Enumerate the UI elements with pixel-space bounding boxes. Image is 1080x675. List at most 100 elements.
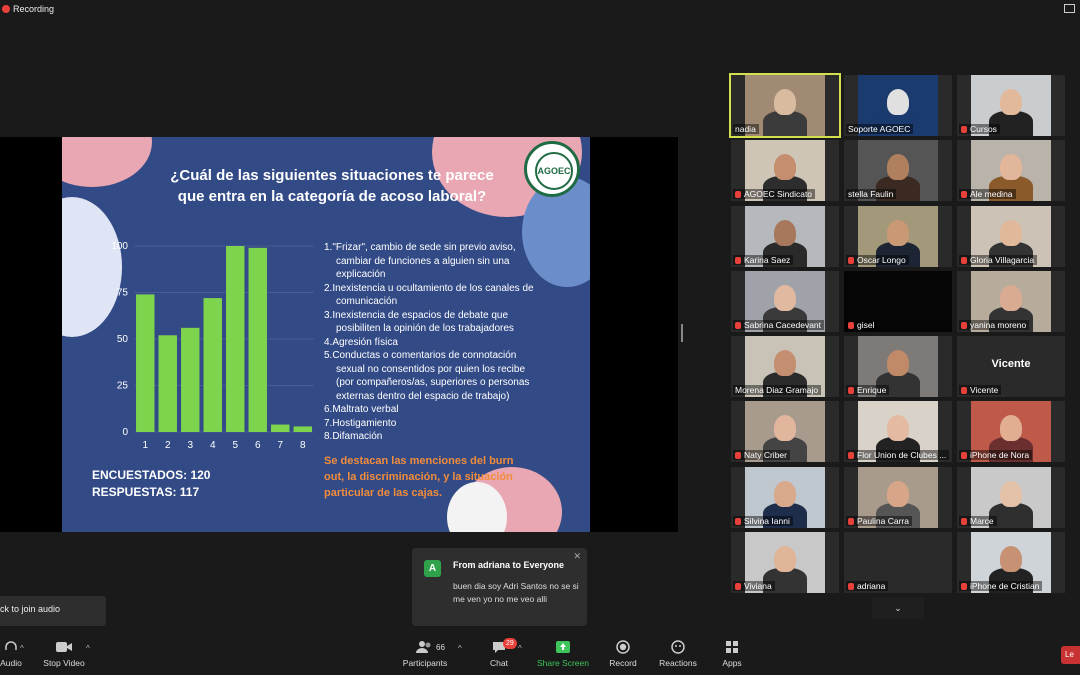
view-toggle-icon[interactable] [1064, 4, 1075, 13]
participant-name: Morena Diaz Gramajo [733, 385, 822, 395]
participant-tile[interactable]: Sabrina Cacedevant [731, 271, 839, 332]
participant-tile[interactable]: yanina moreno [957, 271, 1065, 332]
bar-1 [136, 294, 155, 432]
video-camera-icon [56, 642, 72, 652]
participant-name: Vicente [959, 385, 1002, 395]
participant-name: Marce [959, 516, 997, 526]
headphones-icon [5, 641, 17, 650]
participant-face [774, 154, 796, 180]
participant-tile[interactable]: Ale medina [957, 140, 1065, 201]
participant-face [1000, 220, 1022, 246]
participant-name-text: nadia [735, 124, 756, 134]
bar-7 [271, 424, 290, 432]
participant-tile[interactable]: iPhone de Cristian [957, 532, 1065, 593]
video-options-chevron-icon[interactable]: ^ [86, 644, 90, 653]
bar-6 [248, 247, 267, 432]
participant-name: AGOEC Sindicato [733, 189, 816, 199]
muted-mic-icon [848, 583, 854, 590]
apps-button[interactable]: Apps [718, 640, 746, 668]
participant-tile[interactable]: nadia [729, 73, 841, 138]
muted-mic-icon [848, 518, 854, 525]
participant-face [887, 89, 909, 115]
presentation-slide: AGOEC ¿Cuál de las siguientes situacione… [62, 137, 590, 532]
muted-mic-icon [961, 583, 967, 590]
list-item-line: 3.Inexistencia de espacios de debate que [324, 309, 509, 321]
participant-name-text: Gloria Villagarcia [970, 255, 1035, 265]
participant-name-text: Oscar Longo [857, 255, 906, 265]
participant-face [774, 285, 796, 311]
participant-tile[interactable]: Morena Diaz Gramajo [731, 336, 839, 397]
participant-tile[interactable]: Viviana [731, 532, 839, 593]
muted-mic-icon [735, 191, 741, 198]
list-item-line: 2.Inexistencia u ocultamiento de los can… [324, 282, 534, 294]
participant-name: stella Faulin [846, 189, 897, 199]
participant-tile[interactable]: AGOEC Sindicato [731, 140, 839, 201]
close-icon[interactable]: ✕ [573, 551, 581, 562]
panel-resize-handle[interactable] [681, 324, 683, 342]
muted-mic-icon [961, 191, 967, 198]
participant-tile[interactable]: Gloria Villagarcia [957, 206, 1065, 267]
leave-button[interactable]: Le [1061, 646, 1080, 664]
survey-stats: ENCUESTADOS: 120 RESPUESTAS: 117 [92, 467, 210, 501]
participant-face [774, 350, 796, 376]
participant-name: Soporte AGOEC [846, 124, 914, 134]
participant-face [887, 415, 909, 441]
muted-mic-icon [735, 257, 741, 264]
participant-tile[interactable]: stella Faulin [844, 140, 952, 201]
participant-tile[interactable]: Marce [957, 467, 1065, 528]
chat-options-chevron-icon[interactable]: ^ [518, 644, 522, 653]
participant-tile[interactable]: adriana [844, 532, 952, 593]
reactions-button[interactable]: Reactions [658, 640, 698, 668]
slide-note: Se destacan las menciones del burn out, … [324, 455, 514, 499]
gallery-scroll-down-button[interactable]: ⌄ [872, 597, 924, 619]
participant-tile[interactable]: gisel [844, 271, 952, 332]
participant-name: Paulina Carra [846, 516, 912, 526]
participant-tile[interactable]: Soporte AGOEC [844, 75, 952, 136]
participant-tile[interactable]: iPhone de Nora [957, 401, 1065, 462]
participant-tile[interactable]: Enrique [844, 336, 952, 397]
muted-mic-icon [735, 322, 741, 329]
y-tick-label: 100 [111, 241, 128, 252]
participant-name: iPhone de Cristian [959, 581, 1043, 591]
participant-face [887, 220, 909, 246]
audio-button[interactable]: Audio [0, 640, 22, 668]
x-tick-label: 6 [255, 440, 261, 451]
list-item-line: (por compañeros/as, superiores o persona… [336, 377, 530, 388]
list-item-line: 6.Maltrato verbal [324, 404, 399, 415]
participant-face [887, 154, 909, 180]
stop-video-button[interactable]: Stop Video [40, 640, 88, 668]
bar-4 [203, 298, 222, 432]
participant-name: Enrique [846, 385, 890, 395]
slide-title: ¿Cuál de las siguientes situaciones te p… [170, 167, 494, 205]
participant-name: Gloria Villagarcia [959, 255, 1038, 265]
participant-tile[interactable]: Cursos [957, 75, 1065, 136]
list-item-line: 4.Agresión física [324, 336, 398, 348]
record-button[interactable]: Record [608, 640, 638, 668]
participant-face [1000, 285, 1022, 311]
participant-name: yanina moreno [959, 320, 1030, 330]
participant-tile[interactable]: Silvina Ianni [731, 467, 839, 528]
muted-mic-icon [848, 387, 854, 394]
x-tick-label: 7 [277, 440, 283, 451]
participant-tile[interactable]: Oscar Longo [844, 206, 952, 267]
participant-tile[interactable]: Karina Saez [731, 206, 839, 267]
participant-tile[interactable]: Naty Criber [731, 401, 839, 462]
muted-mic-icon [961, 322, 967, 329]
recording-label: Recording [13, 4, 55, 14]
participant-name-text: Cursos [970, 124, 997, 134]
participant-name: Naty Criber [733, 450, 790, 460]
participant-name-text: Ale medina [970, 189, 1013, 199]
participant-name-text: Viviana [744, 581, 772, 591]
participant-tile[interactable]: Flor Union de Clubes ... [844, 401, 952, 462]
y-tick-label: 0 [122, 427, 128, 438]
participant-name: nadia [733, 124, 759, 134]
chat-notification[interactable]: A From adriana to Everyone buen dia soy … [412, 548, 587, 626]
participant-tile[interactable]: Vicente Vicente [957, 336, 1065, 397]
participant-name-text: Enrique [857, 385, 887, 395]
share-screen-button[interactable]: Share Screen [536, 640, 590, 668]
participants-options-chevron-icon[interactable]: ^ [458, 644, 462, 653]
participant-tile[interactable]: Paulina Carra [844, 467, 952, 528]
bar-5 [226, 246, 245, 432]
join-audio-tooltip[interactable]: ck to join audio [0, 596, 106, 626]
audio-options-chevron-icon[interactable]: ^ [20, 644, 24, 653]
